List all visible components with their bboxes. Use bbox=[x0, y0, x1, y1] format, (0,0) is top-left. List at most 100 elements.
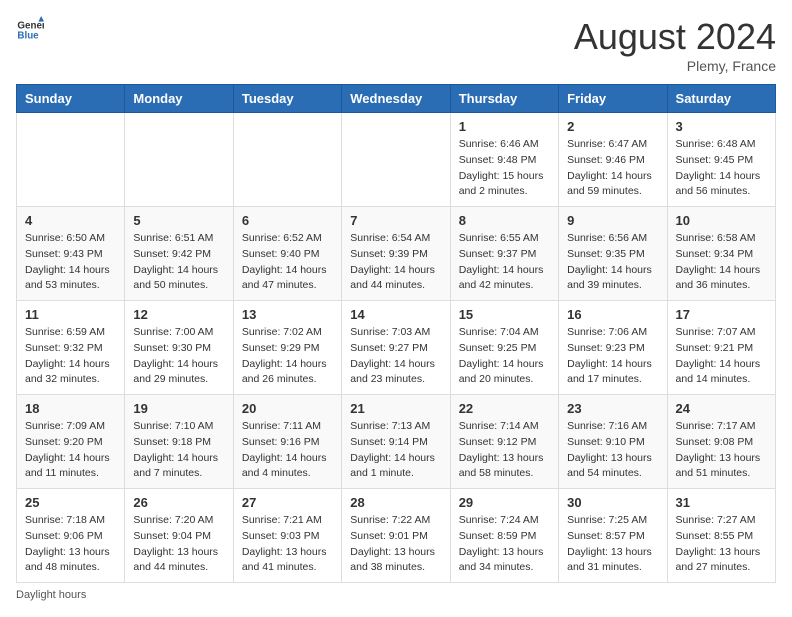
day-info: Sunrise: 6:56 AM Sunset: 9:35 PM Dayligh… bbox=[567, 231, 658, 294]
day-info: Sunrise: 7:13 AM Sunset: 9:14 PM Dayligh… bbox=[350, 419, 441, 482]
table-row: 14 Sunrise: 7:03 AM Sunset: 9:27 PM Dayli… bbox=[342, 301, 450, 395]
day-of-week-header: Saturday bbox=[667, 85, 775, 113]
day-number: 7 bbox=[350, 213, 441, 228]
table-row: 31 Sunrise: 7:27 AM Sunset: 8:55 PM Dayli… bbox=[667, 489, 775, 583]
table-row: 24Sunrise: 7:17 AM Sunset: 9:08 PM Dayli… bbox=[667, 395, 775, 489]
day-info: Sunrise: 7:20 AM Sunset: 9:04 PM Dayligh… bbox=[133, 513, 224, 576]
day-info: Sunrise: 6:46 AM Sunset: 9:48 PM Dayligh… bbox=[459, 137, 550, 200]
day-number: 27 bbox=[242, 495, 333, 510]
day-info: Sunrise: 7:18 AM Sunset: 9:06 PM Dayligh… bbox=[25, 513, 116, 576]
table-row: 22 Sunrise: 7:14 AM Sunset: 9:12 PM Dayli… bbox=[450, 395, 558, 489]
calendar-table: SundayMondayTuesdayWednesdayThursdayFrid… bbox=[16, 84, 776, 583]
table-row: 1 Sunrise: 6:46 AM Sunset: 9:48 PM Daylig… bbox=[450, 113, 558, 207]
day-number: 1 bbox=[459, 119, 550, 134]
table-row bbox=[233, 113, 341, 207]
day-number: 26 bbox=[133, 495, 224, 510]
day-number: 14 bbox=[350, 307, 441, 322]
day-info: Sunrise: 7:07 AM Sunset: 9:21 PM Dayligh… bbox=[676, 325, 767, 388]
day-info: Sunrise: 7:06 AM Sunset: 9:23 PM Dayligh… bbox=[567, 325, 658, 388]
day-info: Sunrise: 6:55 AM Sunset: 9:37 PM Dayligh… bbox=[459, 231, 550, 294]
day-number: 15 bbox=[459, 307, 550, 322]
month-year-title: August 2024 bbox=[574, 16, 776, 58]
day-info: Sunrise: 6:50 AM Sunset: 9:43 PM Dayligh… bbox=[25, 231, 116, 294]
svg-text:Blue: Blue bbox=[17, 30, 39, 41]
day-number: 28 bbox=[350, 495, 441, 510]
table-row: 9 Sunrise: 6:56 AM Sunset: 9:35 PM Daylig… bbox=[559, 207, 667, 301]
table-row: 23 Sunrise: 7:16 AM Sunset: 9:10 PM Dayli… bbox=[559, 395, 667, 489]
day-number: 8 bbox=[459, 213, 550, 228]
day-of-week-header: Monday bbox=[125, 85, 233, 113]
day-info: Sunrise: 7:25 AM Sunset: 8:57 PM Dayligh… bbox=[567, 513, 658, 576]
day-info: Sunrise: 6:48 AM Sunset: 9:45 PM Dayligh… bbox=[676, 137, 767, 200]
table-row bbox=[342, 113, 450, 207]
footer-note: Daylight hours bbox=[16, 589, 776, 601]
table-row: 13 Sunrise: 7:02 AM Sunset: 9:29 PM Dayli… bbox=[233, 301, 341, 395]
table-row: 19Sunrise: 7:10 AM Sunset: 9:18 PM Dayli… bbox=[125, 395, 233, 489]
day-info: Sunrise: 6:59 AM Sunset: 9:32 PM Dayligh… bbox=[25, 325, 116, 388]
day-of-week-header: Friday bbox=[559, 85, 667, 113]
day-number: 17 bbox=[676, 307, 767, 322]
table-row: 5 Sunrise: 6:51 AM Sunset: 9:42 PM Daylig… bbox=[125, 207, 233, 301]
day-info: Sunrise: 6:51 AM Sunset: 9:42 PM Dayligh… bbox=[133, 231, 224, 294]
day-number: 3 bbox=[676, 119, 767, 134]
day-info: Sunrise: 7:24 AM Sunset: 8:59 PM Dayligh… bbox=[459, 513, 550, 576]
table-row: 20 Sunrise: 7:11 AM Sunset: 9:16 PM Dayli… bbox=[233, 395, 341, 489]
day-number: 4 bbox=[25, 213, 116, 228]
day-info: Sunrise: 7:17 AM Sunset: 9:08 PM Dayligh… bbox=[676, 419, 767, 482]
day-info: Sunrise: 7:02 AM Sunset: 9:29 PM Dayligh… bbox=[242, 325, 333, 388]
table-row bbox=[125, 113, 233, 207]
day-info: Sunrise: 7:21 AM Sunset: 9:03 PM Dayligh… bbox=[242, 513, 333, 576]
day-info: Sunrise: 6:47 AM Sunset: 9:46 PM Dayligh… bbox=[567, 137, 658, 200]
day-number: 2 bbox=[567, 119, 658, 134]
day-info: Sunrise: 6:54 AM Sunset: 9:39 PM Dayligh… bbox=[350, 231, 441, 294]
day-number: 22 bbox=[459, 401, 550, 416]
day-number: 25 bbox=[25, 495, 116, 510]
day-number: 31 bbox=[676, 495, 767, 510]
header: General Blue August 2024 Plemy, France bbox=[16, 16, 776, 74]
table-row: 27 Sunrise: 7:21 AM Sunset: 9:03 PM Dayli… bbox=[233, 489, 341, 583]
table-row: 3 Sunrise: 6:48 AM Sunset: 9:45 PM Daylig… bbox=[667, 113, 775, 207]
table-row: 25 Sunrise: 7:18 AM Sunset: 9:06 PM Dayli… bbox=[17, 489, 125, 583]
table-row: 11 Sunrise: 6:59 AM Sunset: 9:32 PM Dayli… bbox=[17, 301, 125, 395]
day-info: Sunrise: 7:03 AM Sunset: 9:27 PM Dayligh… bbox=[350, 325, 441, 388]
day-number: 13 bbox=[242, 307, 333, 322]
logo-icon: General Blue bbox=[16, 16, 44, 44]
day-of-week-header: Sunday bbox=[17, 85, 125, 113]
day-number: 10 bbox=[676, 213, 767, 228]
header-row: SundayMondayTuesdayWednesdayThursdayFrid… bbox=[17, 85, 776, 113]
day-number: 11 bbox=[25, 307, 116, 322]
table-row: 18Sunrise: 7:09 AM Sunset: 9:20 PM Dayli… bbox=[17, 395, 125, 489]
table-row: 29 Sunrise: 7:24 AM Sunset: 8:59 PM Dayli… bbox=[450, 489, 558, 583]
day-number: 5 bbox=[133, 213, 224, 228]
day-info: Sunrise: 7:22 AM Sunset: 9:01 PM Dayligh… bbox=[350, 513, 441, 576]
day-info: Sunrise: 6:58 AM Sunset: 9:34 PM Dayligh… bbox=[676, 231, 767, 294]
calendar-week-row: 11 Sunrise: 6:59 AM Sunset: 9:32 PM Dayli… bbox=[17, 301, 776, 395]
day-number: 12 bbox=[133, 307, 224, 322]
calendar-week-row: 4 Sunrise: 6:50 AM Sunset: 9:43 PM Daylig… bbox=[17, 207, 776, 301]
table-row: 4 Sunrise: 6:50 AM Sunset: 9:43 PM Daylig… bbox=[17, 207, 125, 301]
day-number: 29 bbox=[459, 495, 550, 510]
day-number: 23 bbox=[567, 401, 658, 416]
day-info: Sunrise: 7:14 AM Sunset: 9:12 PM Dayligh… bbox=[459, 419, 550, 482]
table-row: 30 Sunrise: 7:25 AM Sunset: 8:57 PM Dayli… bbox=[559, 489, 667, 583]
title-area: August 2024 Plemy, France bbox=[574, 16, 776, 74]
table-row: 6Sunrise: 6:52 AM Sunset: 9:40 PM Daylig… bbox=[233, 207, 341, 301]
table-row: 12Sunrise: 7:00 AM Sunset: 9:30 PM Dayli… bbox=[125, 301, 233, 395]
day-number: 19 bbox=[133, 401, 224, 416]
calendar-week-row: 18Sunrise: 7:09 AM Sunset: 9:20 PM Dayli… bbox=[17, 395, 776, 489]
table-row: 10 Sunrise: 6:58 AM Sunset: 9:34 PM Dayli… bbox=[667, 207, 775, 301]
day-of-week-header: Thursday bbox=[450, 85, 558, 113]
day-info: Sunrise: 7:27 AM Sunset: 8:55 PM Dayligh… bbox=[676, 513, 767, 576]
day-number: 16 bbox=[567, 307, 658, 322]
day-number: 9 bbox=[567, 213, 658, 228]
day-number: 20 bbox=[242, 401, 333, 416]
logo: General Blue bbox=[16, 16, 44, 44]
day-info: Sunrise: 7:11 AM Sunset: 9:16 PM Dayligh… bbox=[242, 419, 333, 482]
location-subtitle: Plemy, France bbox=[574, 58, 776, 74]
day-of-week-header: Wednesday bbox=[342, 85, 450, 113]
day-number: 30 bbox=[567, 495, 658, 510]
day-info: Sunrise: 7:16 AM Sunset: 9:10 PM Dayligh… bbox=[567, 419, 658, 482]
day-number: 18 bbox=[25, 401, 116, 416]
table-row: 8 Sunrise: 6:55 AM Sunset: 9:37 PM Daylig… bbox=[450, 207, 558, 301]
day-info: Sunrise: 6:52 AM Sunset: 9:40 PM Dayligh… bbox=[242, 231, 333, 294]
